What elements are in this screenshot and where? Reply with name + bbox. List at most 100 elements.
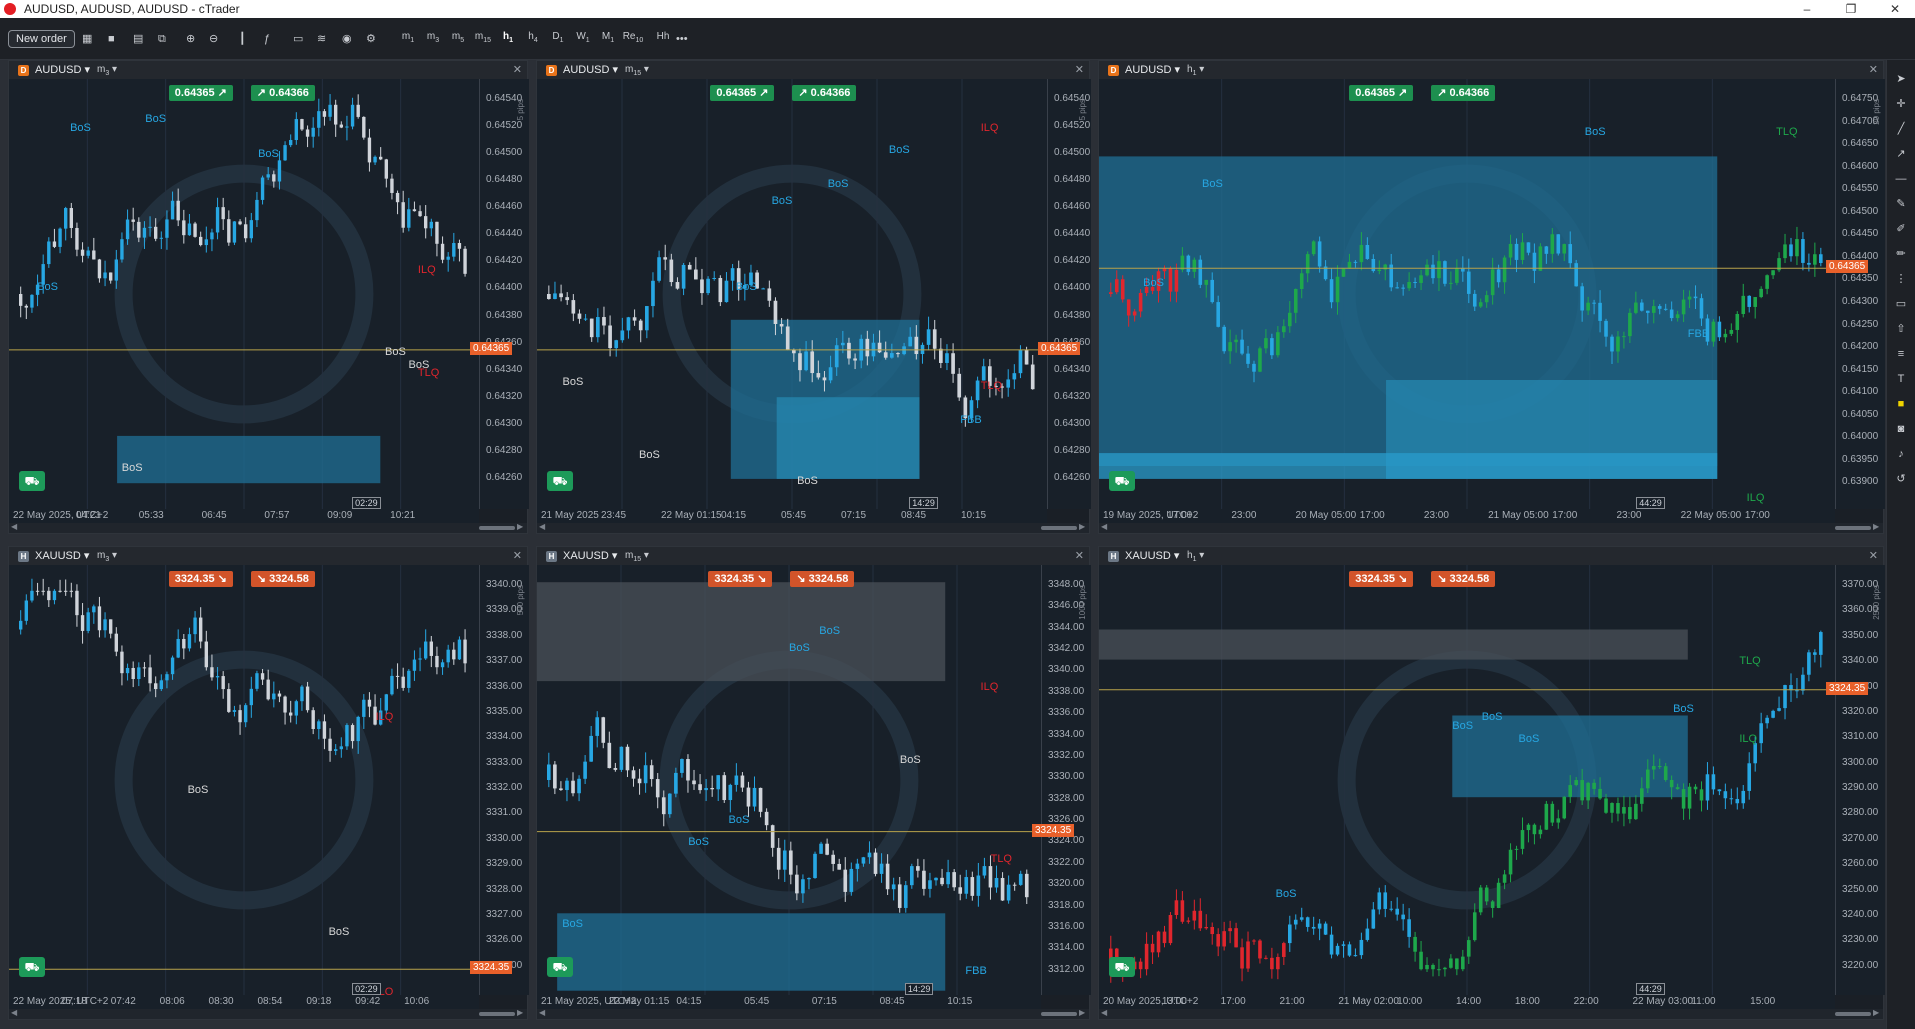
- time-axis[interactable]: 22 May 2025, UTC+2 04:21 05:33 06:45 07:57 09…: [9, 509, 479, 523]
- measure-icon[interactable]: ⋮: [1892, 270, 1910, 288]
- horizontal-line-icon[interactable]: —: [1892, 170, 1910, 188]
- timeframe-h4[interactable]: h4: [522, 30, 544, 50]
- price-axis[interactable]: 3340.00 3339.00 3338.00 3337.00 3336.00 3335.…: [470, 565, 529, 995]
- time-axis[interactable]: 22 May 2025, UTC+2 07:18 07:42 08:06 08:30 08…: [9, 995, 479, 1009]
- chart-plot-area[interactable]: 0.64365 ↗ ↗ 0.64366 BoS BoS BoS BoS ILQ BoS BoS T…: [9, 79, 479, 509]
- chart-panel-p4[interactable]: H XAUUSD ▾ m3 ▾ ✕ 3324.35 ↘ ↘ 3324.58 ILQ BoS Bo…: [8, 546, 529, 1020]
- candlestick-type-icon[interactable]: ┃: [239, 30, 246, 48]
- price-axis[interactable]: 0.64750 0.64700 0.64650 0.64600 0.64550 0.645…: [1826, 79, 1885, 509]
- timeframe-W1[interactable]: W1: [572, 30, 594, 50]
- multi-chart-icon[interactable]: ▤: [133, 30, 143, 48]
- eye-icon[interactable]: ◉: [342, 30, 352, 48]
- buy-price-button[interactable]: ↘ 3324.58: [250, 571, 315, 587]
- layout-grid-icon[interactable]: ▦: [82, 30, 92, 48]
- line-tool-icon[interactable]: ╱: [1892, 120, 1910, 138]
- zoom-out-icon[interactable]: ⊖: [209, 30, 218, 48]
- color-swatch-icon[interactable]: ■: [1892, 395, 1910, 413]
- new-order-button[interactable]: New order: [8, 30, 75, 48]
- rectangle-icon[interactable]: ▭: [1892, 295, 1910, 313]
- price-axis[interactable]: 3348.00 3346.00 3344.00 3342.00 3340.00 3338.…: [1032, 565, 1091, 995]
- scroll-right-icon[interactable]: ▶: [517, 522, 523, 531]
- scroll-right-icon[interactable]: ▶: [1873, 522, 1879, 531]
- scroll-right-icon[interactable]: ▶: [1079, 522, 1085, 531]
- crosshair-icon[interactable]: ✛: [1892, 95, 1910, 113]
- chart-panel-p6[interactable]: H XAUUSD ▾ h1 ▾ ✕ 3324.35 ↘ ↘ 3324.58 TLQ BoS Bo…: [1098, 546, 1885, 1020]
- scroll-left-icon[interactable]: ◀: [539, 1008, 545, 1017]
- timeframe-m15[interactable]: m15: [472, 30, 494, 50]
- chart-mode-icon[interactable]: ⧉: [158, 30, 166, 48]
- scroll-left-icon[interactable]: ◀: [11, 522, 17, 531]
- close-window-button[interactable]: ✕: [1875, 0, 1915, 18]
- sell-price-button[interactable]: 0.64365 ↗: [1349, 85, 1414, 101]
- scroll-left-icon[interactable]: ◀: [1101, 1008, 1107, 1017]
- scroll-right-icon[interactable]: ▶: [1873, 1008, 1879, 1017]
- history-icon[interactable]: ↺: [1892, 470, 1910, 488]
- symbol-selector[interactable]: XAUUSD ▾: [1125, 547, 1179, 565]
- scrollbar-thumb[interactable]: [479, 526, 515, 530]
- close-panel-icon[interactable]: ✕: [1869, 547, 1878, 565]
- trading-bot-icon[interactable]: ⛟: [1109, 957, 1135, 977]
- timeframe-m3[interactable]: m3: [422, 30, 444, 50]
- buy-price-button[interactable]: ↗ 0.64366: [250, 85, 315, 101]
- algo-icon[interactable]: ▭: [293, 30, 303, 48]
- time-axis[interactable]: 19 May 2025, UTC+2 17:00 23:00 20 May 05:00…: [1099, 509, 1835, 523]
- ray-icon[interactable]: ↗: [1892, 145, 1910, 163]
- chart-plot-area[interactable]: 3324.35 ↘ ↘ 3324.58 BoS BoS ILQ BoS BoS BoS BoS T…: [537, 565, 1041, 995]
- price-axis[interactable]: 3370.003360.003350.003340.003330.003320.…: [1826, 565, 1885, 995]
- symbol-selector[interactable]: AUDUSD ▾: [1125, 61, 1180, 79]
- brush-icon[interactable]: ✐: [1892, 220, 1910, 238]
- chart-plot-area[interactable]: 0.64365 ↗ ↗ 0.64366 TLQ BoS BoS BoS FBB ILQ ⛟ 44:…: [1099, 79, 1835, 509]
- pencil-icon[interactable]: ✏: [1892, 245, 1910, 263]
- chart-panel-p1[interactable]: D AUDUSD ▾ m3 ▾ ✕ 0.64365 ↗ ↗ 0.64366 BoS BoS Bo…: [8, 60, 529, 534]
- arrow-icon[interactable]: ⇧: [1892, 320, 1910, 338]
- scrollbar-thumb[interactable]: [1835, 1012, 1871, 1016]
- buy-price-button[interactable]: ↗ 0.64366: [792, 85, 857, 101]
- symbol-selector[interactable]: AUDUSD ▾: [563, 61, 618, 79]
- sell-price-button[interactable]: 3324.35 ↘: [708, 571, 773, 587]
- chart-plot-area[interactable]: 0.64365 ↗ ↗ 0.64366 ILQ BoS BoS BoS BoS TLQ FBB B…: [537, 79, 1047, 509]
- time-axis[interactable]: 21 May 2025, UTC+2 22 May 01:15 04:15 05:45…: [537, 995, 1041, 1009]
- alert-bell-icon[interactable]: ♪: [1892, 445, 1910, 463]
- horizontal-scrollbar[interactable]: ◀ ▶: [9, 1008, 527, 1019]
- sell-price-button[interactable]: 3324.35 ↘: [1349, 571, 1414, 587]
- cursor-icon[interactable]: ➤: [1892, 70, 1910, 88]
- indicators-icon[interactable]: ƒ: [264, 30, 270, 48]
- symbol-selector[interactable]: XAUUSD ▾: [563, 547, 617, 565]
- scroll-right-icon[interactable]: ▶: [517, 1008, 523, 1017]
- more-options-icon[interactable]: •••: [676, 30, 688, 48]
- scrollbar-thumb[interactable]: [1041, 1012, 1077, 1016]
- text-icon[interactable]: T: [1892, 370, 1910, 388]
- chart-panel-p2[interactable]: D AUDUSD ▾ m15 ▾ ✕ 0.64365 ↗ ↗ 0.64366 ILQ BoS B…: [536, 60, 1091, 534]
- timeframe-m5[interactable]: m5: [447, 30, 469, 50]
- trading-bot-icon[interactable]: ⛟: [19, 471, 45, 491]
- sell-price-button[interactable]: 0.64365 ↗: [168, 85, 233, 101]
- timeframe-D1[interactable]: D1: [547, 30, 569, 50]
- scrollbar-thumb[interactable]: [1041, 526, 1077, 530]
- buy-price-button[interactable]: ↘ 3324.58: [790, 571, 855, 587]
- minimize-button[interactable]: –: [1787, 0, 1827, 18]
- layers-icon[interactable]: ≋: [317, 30, 326, 48]
- trading-bot-icon[interactable]: ⛟: [547, 957, 573, 977]
- horizontal-scrollbar[interactable]: ◀ ▶: [537, 1008, 1089, 1019]
- single-chart-icon[interactable]: ■: [108, 30, 115, 48]
- zoom-in-icon[interactable]: ⊕: [186, 30, 195, 48]
- time-axis[interactable]: 21 May 2025 23:45 22 May 01:15 04:15 05:45 07…: [537, 509, 1047, 523]
- chart-panel-p3[interactable]: D AUDUSD ▾ h1 ▾ ✕ 0.64365 ↗ ↗ 0.64366 TLQ BoS Bo…: [1098, 60, 1885, 534]
- trading-bot-icon[interactable]: ⛟: [19, 957, 45, 977]
- close-panel-icon[interactable]: ✕: [513, 61, 522, 79]
- buy-price-button[interactable]: ↘ 3324.58: [1431, 571, 1496, 587]
- timeframe-Re10[interactable]: Re10: [622, 30, 644, 50]
- timeframe-h1[interactable]: h1: [497, 30, 519, 50]
- scroll-right-icon[interactable]: ▶: [1079, 1008, 1085, 1017]
- buy-price-button[interactable]: ↗ 0.64366: [1431, 85, 1496, 101]
- scrollbar-thumb[interactable]: [1835, 526, 1871, 530]
- timeframe-Hh[interactable]: Hh: [652, 30, 674, 50]
- settings-chart-icon[interactable]: ⚙: [366, 30, 376, 48]
- trading-bot-icon[interactable]: ⛟: [547, 471, 573, 491]
- symbol-selector[interactable]: AUDUSD ▾: [35, 61, 90, 79]
- camera-icon[interactable]: ◙: [1892, 420, 1910, 438]
- timeframe-m1[interactable]: m1: [397, 30, 419, 50]
- restore-button[interactable]: ❐: [1831, 0, 1871, 18]
- trading-bot-icon[interactable]: ⛟: [1109, 471, 1135, 491]
- scroll-left-icon[interactable]: ◀: [11, 1008, 17, 1017]
